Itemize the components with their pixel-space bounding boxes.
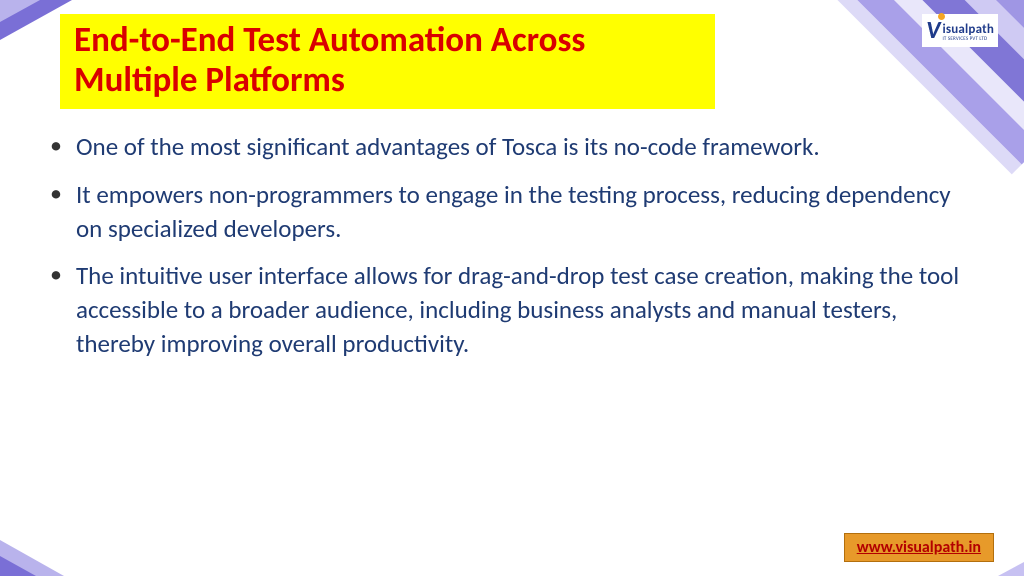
logo-tagline: IT SERVICES PVT LTD xyxy=(942,36,994,42)
list-item: It empowers non-programmers to engage in… xyxy=(46,178,964,246)
list-item: One of the most significant advantages o… xyxy=(46,130,964,164)
bullet-list: One of the most significant advantages o… xyxy=(46,130,964,361)
corner-decor-bl xyxy=(0,540,64,576)
slide-body: One of the most significant advantages o… xyxy=(46,130,964,375)
corner-decor-bl-overlay xyxy=(0,556,36,576)
brand-logo: V isualpath IT SERVICES PVT LTD xyxy=(922,14,998,47)
slide-title: End-to-End Test Automation Across Multip… xyxy=(74,20,701,101)
logo-mark-icon: V xyxy=(926,16,940,45)
corner-decor-tl-overlay xyxy=(0,0,40,22)
logo-brand-text: isualpath xyxy=(942,22,994,37)
corner-decor-br xyxy=(998,562,1024,576)
list-item: The intuitive user interface allows for … xyxy=(46,259,964,360)
footer-url-link[interactable]: www.visualpath.in xyxy=(844,533,994,562)
slide-title-bar: End-to-End Test Automation Across Multip… xyxy=(60,14,715,109)
